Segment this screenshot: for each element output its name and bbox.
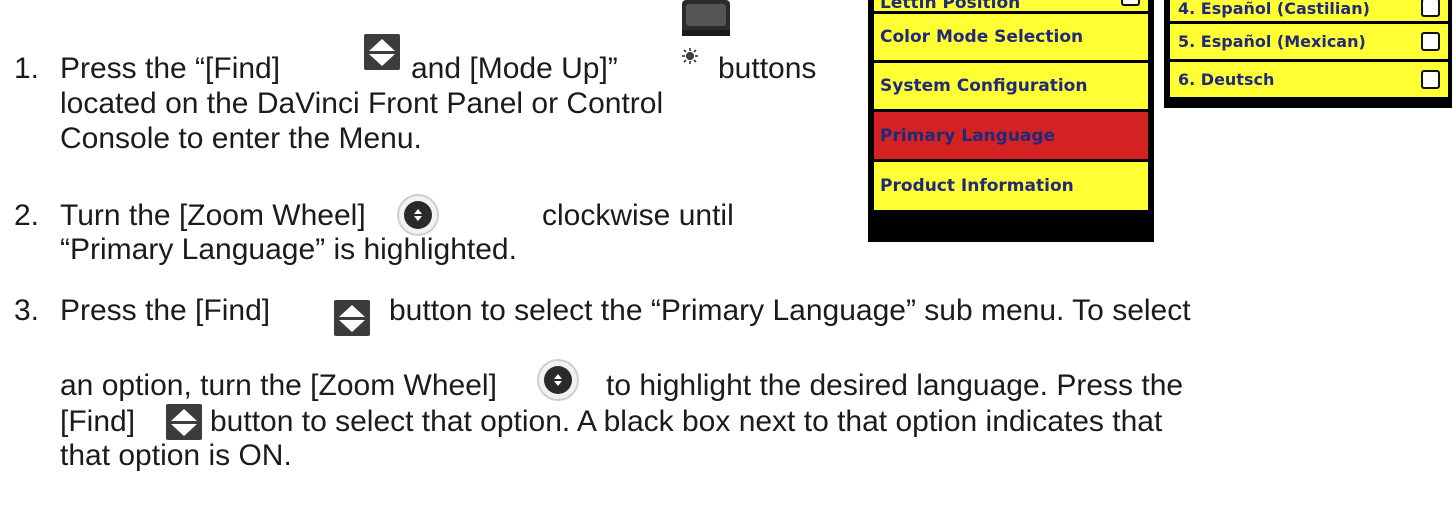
checkbox-icon — [1421, 32, 1440, 51]
main-menu-panel: Lettin Position Color Mode Selection Sys… — [868, 0, 1154, 242]
step-3-text-a: Press the [Find] — [60, 294, 271, 327]
step-1-line-2: located on the DaVinci Front Panel or Co… — [60, 87, 664, 120]
language-menu-panel: 4. Español (Castilian) 5. Español (Mexic… — [1164, 0, 1452, 108]
language-option-label: 4. Español (Castilian) — [1178, 0, 1370, 18]
menu-item-product-information: Product Information — [874, 162, 1148, 210]
step-3-text-c: an option, turn the [Zoom Wheel] — [60, 369, 497, 402]
step-2-number: 2. — [14, 199, 40, 232]
checkbox-icon — [1121, 0, 1140, 6]
menu-item-label: Product Information — [880, 176, 1074, 196]
step-2-line-2: “Primary Language” is highlighted. — [60, 233, 517, 266]
menu-item-color-mode-selection: Color Mode Selection — [874, 14, 1148, 60]
step-1-line-3: Console to enter the Menu. — [60, 122, 422, 155]
menu-item-label: Primary Language — [880, 125, 1056, 146]
menu-item-label: Color Mode Selection — [880, 27, 1084, 47]
step-2-text-a: Turn the [Zoom Wheel] — [60, 199, 366, 232]
step-1-number: 1. — [14, 52, 40, 85]
zoom-wheel-icon — [396, 193, 440, 237]
find-button-icon — [334, 300, 370, 336]
step-3-text-d: to highlight the desired language. Press… — [606, 369, 1184, 402]
step-1-text-b: and [Mode Up]” — [411, 52, 618, 85]
step-3-text-b: button to select the “Primary Language” … — [389, 294, 1191, 327]
step-3-text-f: button to select that option. A black bo… — [210, 405, 1163, 438]
menu-item-label: System Configuration — [880, 76, 1088, 96]
language-option-label: 5. Español (Mexican) — [1178, 32, 1366, 51]
step-1-text-a: Press the “[Find] — [60, 52, 281, 85]
zoom-wheel-icon — [536, 358, 580, 402]
step-3-text-e: [Find] — [60, 405, 136, 438]
language-option-label: 6. Deutsch — [1178, 70, 1275, 89]
step-3-text-g: that option is ON. — [60, 439, 292, 472]
step-1-text-c: buttons — [718, 52, 817, 85]
language-option-castilian: 4. Español (Castilian) — [1170, 0, 1448, 21]
find-button-icon — [364, 34, 400, 70]
menu-item-label: Lettin Position — [880, 0, 1021, 11]
menu-item-lettin-position: Lettin Position — [874, 0, 1148, 11]
menu-item-primary-language: Primary Language — [874, 112, 1148, 159]
menu-item-system-configuration: System Configuration — [874, 63, 1148, 109]
step-2-text-b: clockwise until — [542, 199, 734, 232]
checkbox-icon — [1421, 70, 1440, 89]
find-button-icon — [166, 404, 202, 440]
language-option-mexican: 5. Español (Mexican) — [1170, 24, 1448, 59]
checkbox-icon — [1421, 0, 1440, 17]
language-option-deutsch: 6. Deutsch — [1170, 62, 1448, 97]
step-3-number: 3. — [14, 294, 40, 327]
